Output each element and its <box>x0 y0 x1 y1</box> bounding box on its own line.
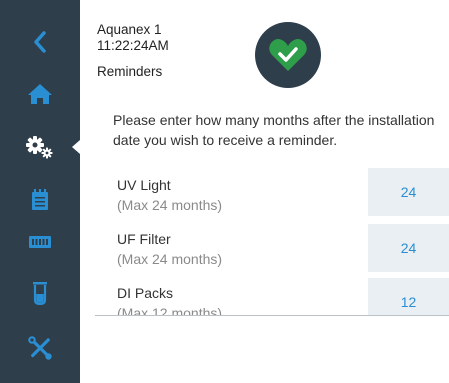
check-heart-icon <box>269 39 307 71</box>
settings-gears-icon <box>26 136 53 159</box>
nav-tools[interactable] <box>0 328 80 368</box>
list-bottom-divider <box>95 315 449 316</box>
home-icon <box>28 84 52 104</box>
reminder-row-uv-light: UV Light (Max 24 months) 24 <box>95 168 449 216</box>
notepad-icon <box>32 189 48 210</box>
main-panel: Aquanex 1 11:22:24AM Reminders Please en… <box>80 0 449 383</box>
reminder-row-di-packs: DI Packs (Max 12 months) 12 <box>95 278 449 315</box>
reminder-row-uf-filter: UF Filter (Max 24 months) 24 <box>95 224 449 272</box>
reminder-value-input[interactable]: 24 <box>368 168 449 216</box>
nav-home[interactable] <box>0 74 80 114</box>
page-title: Reminders <box>97 64 163 79</box>
nav-notes[interactable] <box>0 180 80 220</box>
reminder-max: (Max 12 months) <box>117 305 223 315</box>
reminder-max: (Max 24 months) <box>117 251 223 267</box>
cartridge-icon <box>29 236 51 248</box>
reminder-label: DI Packs <box>117 285 174 301</box>
back-button[interactable] <box>0 22 80 62</box>
back-chevron-icon <box>34 31 46 53</box>
status-indicator <box>255 22 321 88</box>
device-name: Aquanex 1 <box>97 22 162 37</box>
reminder-label: UV Light <box>117 177 171 193</box>
tools-icon <box>28 336 52 360</box>
nav-settings[interactable] <box>0 127 80 167</box>
nav-beaker[interactable] <box>0 273 80 313</box>
active-indicator <box>72 140 80 154</box>
reminder-value-input[interactable]: 12 <box>368 278 449 315</box>
reminder-list[interactable]: UV Light (Max 24 months) 24 UF Filter (M… <box>95 168 449 315</box>
instructions-text: Please enter how many months after the i… <box>113 112 435 148</box>
beaker-icon <box>33 282 47 305</box>
sidebar <box>0 0 80 383</box>
nav-cartridge[interactable] <box>0 222 80 262</box>
reminder-max: (Max 24 months) <box>117 197 223 213</box>
clock-time: 11:22:24AM <box>97 38 169 53</box>
reminder-value-input[interactable]: 24 <box>368 224 449 272</box>
reminder-label: UF Filter <box>117 231 171 247</box>
